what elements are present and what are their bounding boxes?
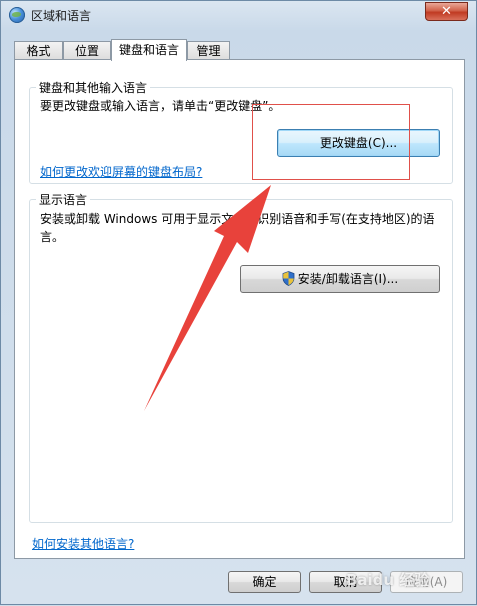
ok-button[interactable]: 确定 [228, 571, 301, 593]
install-uninstall-languages-button[interactable]: 安装/卸载语言(I)... [240, 265, 440, 293]
install-button-label: 安装/卸载语言(I)... [297, 272, 399, 286]
title-bar[interactable]: 区域和语言 ✕ [1, 1, 476, 29]
display-language-description: 安装或卸载 Windows 可用于显示文本和识别语音和手写(在支持地区)的语言。 [40, 212, 435, 244]
uac-shield-icon [282, 271, 295, 286]
keyboard-group-title: 键盘和其他输入语言 [36, 79, 151, 96]
keyboard-description: 要更改键盘或输入语言，请单击“更改键盘”。 [40, 99, 281, 113]
tab-administrative[interactable]: 管理 [187, 41, 230, 60]
globe-icon [9, 7, 25, 23]
tab-keyboards-languages[interactable]: 键盘和语言 [111, 39, 187, 61]
welcome-keyboard-link[interactable]: 如何更改欢迎屏幕的键盘布局? [40, 163, 202, 180]
annotation-highlight-box [252, 104, 410, 180]
display-language-group: 显示语言 安装或卸载 Windows 可用于显示文本和识别语音和手写(在支持地区… [29, 191, 453, 523]
dialog-window: 区域和语言 ✕ 格式 位置 键盘和语言 管理 键盘和其他输入语言 要更改键盘或输… [0, 0, 477, 605]
close-button[interactable]: ✕ [425, 2, 468, 21]
tab-strip: 格式 位置 键盘和语言 管理 [14, 39, 464, 61]
watermark: Baidu 经验 [346, 571, 430, 589]
close-icon: ✕ [441, 4, 452, 19]
install-other-languages-link[interactable]: 如何安装其他语言? [32, 535, 134, 552]
window-title: 区域和语言 [31, 9, 92, 23]
tab-formats[interactable]: 格式 [14, 41, 63, 60]
tab-location[interactable]: 位置 [63, 41, 111, 60]
display-language-group-title: 显示语言 [36, 191, 91, 208]
